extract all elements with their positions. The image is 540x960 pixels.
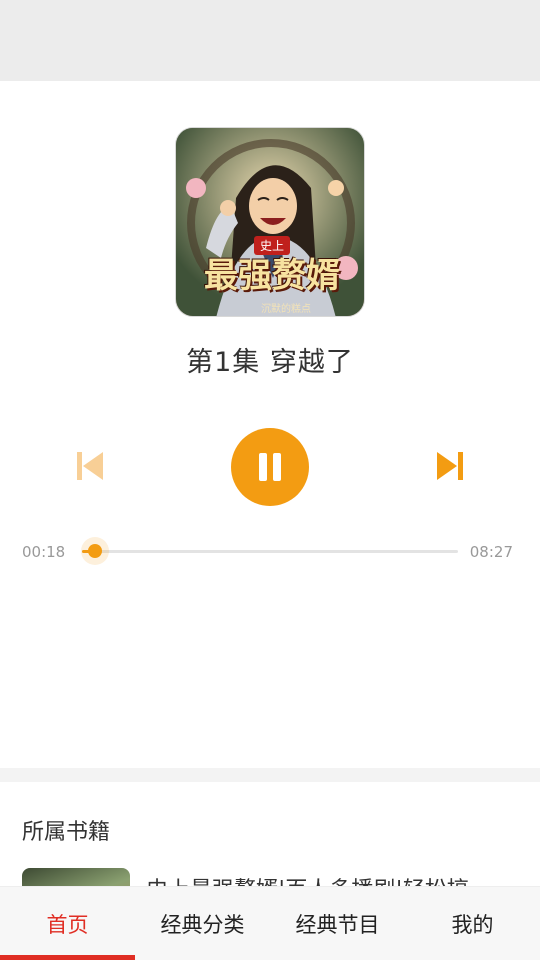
nav-classic-categories[interactable]: 经典分类 [135, 887, 270, 960]
player-screen: 史上 最强赘婿 沉默的糕点 第1集 穿越了 00:18 08:27 所属书籍 首… [0, 0, 540, 960]
skip-previous-icon [77, 452, 103, 480]
play-pause-button[interactable] [231, 428, 309, 506]
status-bar [0, 0, 540, 81]
section-divider [0, 768, 540, 782]
nav-home[interactable]: 首页 [0, 887, 135, 960]
next-button[interactable] [428, 446, 472, 486]
nav-mine[interactable]: 我的 [405, 887, 540, 960]
cover-author: 沉默的糕点 [261, 304, 311, 315]
progress-bar[interactable] [82, 550, 458, 553]
cover-title: 最强赘婿 [204, 256, 340, 296]
book-section-title: 所属书籍 [22, 820, 111, 845]
skip-next-icon [437, 452, 463, 480]
episode-title: 第1集 穿越了 [186, 347, 354, 378]
total-time: 08:27 [469, 543, 513, 561]
previous-button[interactable] [68, 446, 112, 486]
pause-icon [259, 453, 281, 481]
nav-classic-programs[interactable]: 经典节目 [270, 887, 405, 960]
current-time: 00:18 [22, 543, 66, 561]
album-cover: 史上 最强赘婿 沉默的糕点 [175, 127, 365, 317]
bottom-nav: 首页 经典分类 经典节目 我的 [0, 886, 540, 960]
